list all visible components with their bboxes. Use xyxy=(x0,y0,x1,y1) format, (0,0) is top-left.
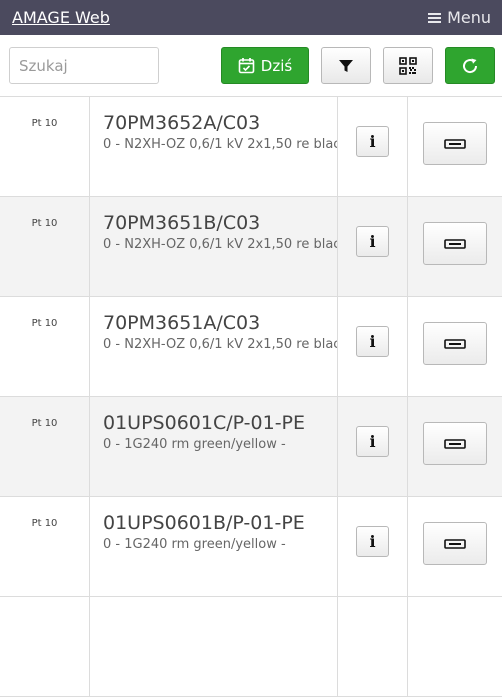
info-button[interactable]: i xyxy=(356,326,389,357)
today-button[interactable]: Dziś xyxy=(221,47,309,84)
list-item[interactable]: Pt 10 01UPS0601B/P-01-PE 0 - 1G240 rm gr… xyxy=(0,497,502,597)
item-code: 70PM3652A/C03 xyxy=(103,112,261,134)
list-item[interactable]: Pt 10 70PM3652A/C03 0 - N2XH-OZ 0,6/1 kV… xyxy=(0,97,502,197)
item-code: 70PM3651B/C03 xyxy=(103,212,261,234)
day-label: Pt 10 xyxy=(0,197,90,296)
refresh-button[interactable] xyxy=(445,47,495,84)
item-main: 01UPS0601C/P-01-PE 0 - 1G240 rm green/ye… xyxy=(90,397,338,496)
action-cell xyxy=(408,97,502,196)
action-cell xyxy=(408,597,502,696)
item-code: 70PM3651A/C03 xyxy=(103,312,261,334)
info-button[interactable]: i xyxy=(356,126,389,157)
day-label: Pt 10 xyxy=(0,297,90,396)
info-cell: i xyxy=(338,197,408,296)
item-main: 01UPS0601B/P-01-PE 0 - 1G240 rm green/ye… xyxy=(90,497,338,596)
scan-button[interactable] xyxy=(423,522,487,565)
item-description: 0 - 1G240 rm green/yellow - xyxy=(103,437,286,452)
filter-icon xyxy=(339,59,353,72)
item-description: 0 - N2XH-OZ 0,6/1 kV 2x1,50 re black xyxy=(103,337,338,352)
qr-scan-button[interactable] xyxy=(383,47,433,84)
day-label xyxy=(0,597,90,696)
job-list: Pt 10 70PM3652A/C03 0 - N2XH-OZ 0,6/1 kV… xyxy=(0,97,502,697)
item-main: 70PM3651A/C03 0 - N2XH-OZ 0,6/1 kV 2x1,5… xyxy=(90,297,338,396)
day-label: Pt 10 xyxy=(0,397,90,496)
toolbar: Dziś xyxy=(0,35,502,97)
scan-button[interactable] xyxy=(423,122,487,165)
barcode-scan-icon xyxy=(444,238,466,249)
scan-button[interactable] xyxy=(423,322,487,365)
scan-button[interactable] xyxy=(423,422,487,465)
action-cell xyxy=(408,197,502,296)
item-main: 70PM3651B/C03 0 - N2XH-OZ 0,6/1 kV 2x1,5… xyxy=(90,197,338,296)
info-cell: i xyxy=(338,497,408,596)
action-cell xyxy=(408,297,502,396)
info-button[interactable]: i xyxy=(356,426,389,457)
info-cell: i xyxy=(338,397,408,496)
refresh-icon xyxy=(463,58,478,73)
list-item[interactable]: Pt 10 01UPS0601C/P-01-PE 0 - 1G240 rm gr… xyxy=(0,397,502,497)
today-label: Dziś xyxy=(260,56,293,75)
info-cell: i xyxy=(338,97,408,196)
action-cell xyxy=(408,497,502,596)
calendar-icon xyxy=(238,58,255,74)
list-item[interactable]: Pt 10 70PM3651B/C03 0 - N2XH-OZ 0,6/1 kV… xyxy=(0,197,502,297)
top-navbar: AMAGE Web Menu xyxy=(0,0,502,35)
menu-button[interactable]: Menu xyxy=(428,8,491,27)
item-code: 01UPS0601C/P-01-PE xyxy=(103,412,306,434)
list-item-partial xyxy=(0,597,502,697)
item-description: 0 - N2XH-OZ 0,6/1 kV 2x1,50 re black xyxy=(103,237,338,252)
item-main: 70PM3652A/C03 0 - N2XH-OZ 0,6/1 kV 2x1,5… xyxy=(90,97,338,196)
qr-code-icon xyxy=(399,56,417,75)
item-main xyxy=(90,597,338,696)
scan-button[interactable] xyxy=(423,222,487,265)
filter-button[interactable] xyxy=(321,47,371,84)
hamburger-icon xyxy=(428,12,442,23)
list-item[interactable]: Pt 10 70PM3651A/C03 0 - N2XH-OZ 0,6/1 kV… xyxy=(0,297,502,397)
barcode-scan-icon xyxy=(444,338,466,349)
search-input[interactable] xyxy=(9,47,159,84)
brand-link[interactable]: AMAGE Web xyxy=(12,8,110,27)
info-button[interactable]: i xyxy=(356,526,389,557)
action-cell xyxy=(408,397,502,496)
barcode-scan-icon xyxy=(444,438,466,449)
info-cell xyxy=(338,597,408,696)
barcode-scan-icon xyxy=(444,538,466,549)
item-description: 0 - N2XH-OZ 0,6/1 kV 2x1,50 re black xyxy=(103,137,338,152)
item-code: 01UPS0601B/P-01-PE xyxy=(103,512,305,534)
day-label: Pt 10 xyxy=(0,97,90,196)
item-description: 0 - 1G240 rm green/yellow - xyxy=(103,537,286,552)
info-cell: i xyxy=(338,297,408,396)
day-label: Pt 10 xyxy=(0,497,90,596)
barcode-scan-icon xyxy=(444,138,466,149)
info-button[interactable]: i xyxy=(356,226,389,257)
menu-label: Menu xyxy=(447,8,491,27)
